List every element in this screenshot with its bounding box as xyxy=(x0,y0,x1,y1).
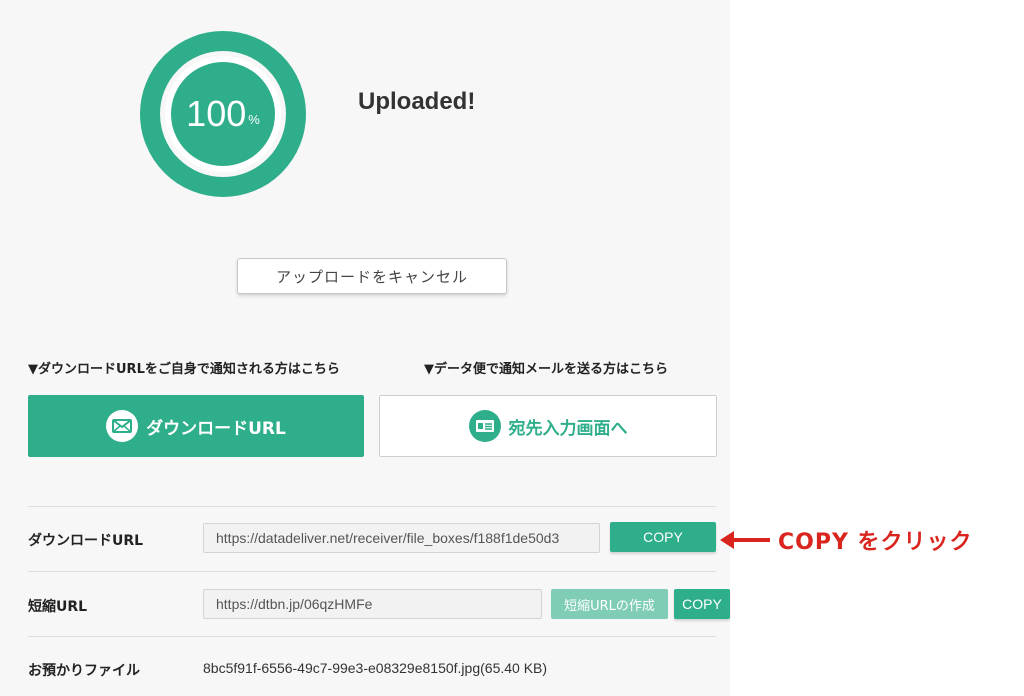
file-label: お預かりファイル xyxy=(28,663,140,679)
download-url-button-label: ダウンロードURL xyxy=(146,418,286,439)
progress-number: 100 xyxy=(186,93,247,134)
mail-icon xyxy=(106,410,139,442)
copy-annotation: COPY をクリック xyxy=(778,530,973,555)
download-url-button[interactable]: ダウンロードURL xyxy=(28,395,364,457)
upload-panel: 100 % Uploaded! アップロードをキャンセル ▼ダウンロードURLを… xyxy=(0,0,730,696)
id-card-icon xyxy=(468,410,501,442)
recipient-input-button[interactable]: 宛先入力画面へ xyxy=(379,395,717,457)
hint-mail-notify: ▼データ便で通知メールを送る方はこちら xyxy=(424,362,668,377)
arrow-left-icon xyxy=(720,531,770,549)
file-info: 8bc5f91f-6556-49c7-99e3-e08329e8150f.jpg… xyxy=(203,660,548,676)
copy-short-url-button[interactable]: COPY xyxy=(674,589,730,619)
create-short-url-button[interactable]: 短縮URLの作成 xyxy=(551,589,668,619)
hint-self-notify: ▼ダウンロードURLをご自身で通知される方はこちら xyxy=(28,362,340,377)
progress-unit: % xyxy=(248,111,260,127)
cancel-upload-button[interactable]: アップロードをキャンセル xyxy=(237,258,507,294)
divider xyxy=(28,506,716,507)
short-url-label: 短縮URL xyxy=(28,599,88,615)
upload-status: Uploaded! xyxy=(358,88,476,115)
download-url-field[interactable]: https://datadeliver.net/receiver/file_bo… xyxy=(203,523,600,553)
progress-ring: 100 % xyxy=(139,30,307,198)
divider xyxy=(28,571,716,572)
recipient-input-button-label: 宛先入力画面へ xyxy=(508,418,628,439)
progress-percent: 100 % xyxy=(139,30,307,198)
divider xyxy=(28,636,716,637)
copy-download-url-button[interactable]: COPY xyxy=(610,522,716,552)
short-url-field[interactable]: https://dtbn.jp/06qzHMFe xyxy=(203,589,542,619)
download-url-label: ダウンロードURL xyxy=(28,533,144,549)
